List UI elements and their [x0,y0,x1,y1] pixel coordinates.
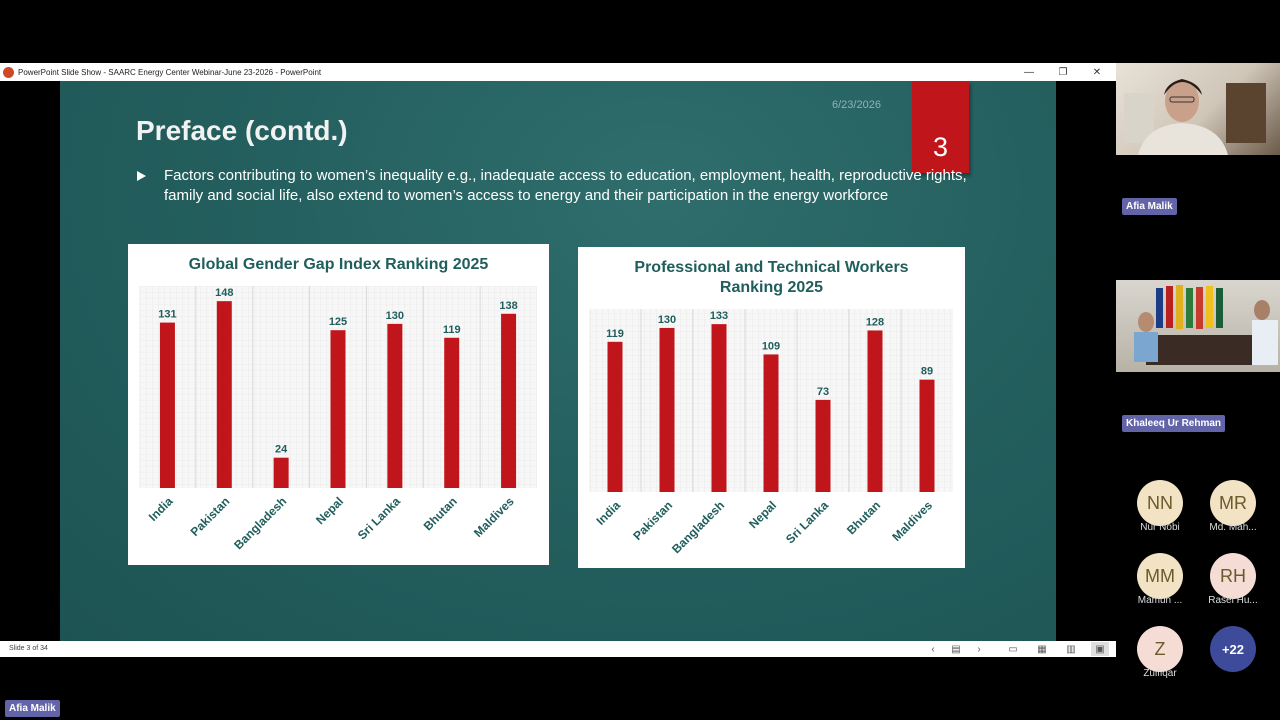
minimize-button[interactable]: — [1012,63,1046,81]
chart-title: Global Gender Gap Index Ranking 2025 [189,256,489,273]
data-label: 130 [658,314,676,326]
slide-number-box: 3 [912,81,969,173]
avatar[interactable]: Z [1137,626,1183,672]
more-participants-button[interactable]: +22 [1210,626,1256,672]
category-label: India [146,494,176,524]
data-label: 24 [275,444,288,456]
status-bar: Slide 3 of 34 ‹ ▤ › ▭ ▦ ▥ ▣ [0,641,1116,657]
presenter-name-tag: Afia Malik [5,700,60,717]
slide-title: Preface (contd.) [136,115,348,146]
chart-title: Professional and Technical Workers [634,259,908,276]
avatar[interactable]: RH [1210,553,1256,599]
data-label: 148 [215,287,233,299]
category-label: Pakistan [630,498,675,543]
bar [501,313,517,488]
category-label: Bhutan [421,494,460,533]
speaker-video-feed [1124,79,1266,155]
room-video-feed [1134,285,1278,365]
avatar[interactable]: MR [1210,480,1256,526]
close-button[interactable]: ✕ [1080,63,1114,81]
data-label: 119 [443,324,461,336]
avatar-name: Zulfiqar [1143,668,1177,679]
professional-workers-chart: Professional and Technical Workers Rankin… [578,247,965,568]
category-label: Pakistan [188,494,233,539]
avatar-name: Md. Mah... [1209,522,1257,533]
category-label: Bhutan [844,498,883,537]
bar [273,457,289,488]
bar [387,323,403,488]
chart-svg: Professional and Technical Workers Rankin… [589,259,953,556]
category-label: Nepal [746,498,779,531]
bar [919,379,935,492]
slide-area: 6/23/2026 3 Preface (contd.) Factors con… [0,81,1116,641]
powerpoint-icon [3,66,14,78]
bar [815,399,831,492]
data-label: 131 [158,309,176,321]
next-icon[interactable]: › [970,642,988,656]
data-label: 89 [921,366,933,378]
category-label: Sri Lanka [355,494,403,542]
bullet-arrow-icon [137,171,146,181]
slide-sorter-icon[interactable]: ▦ [1033,642,1051,656]
bar [711,324,727,492]
prev-icon[interactable]: ‹ [924,642,942,656]
avatar-name: Mamun ... [1137,595,1183,606]
room-name-tag: Khaleeq Ur Rehman [1122,415,1226,432]
avatar[interactable]: MM [1137,553,1183,599]
powerpoint-window: PowerPoint Slide Show - SAARC Energy Cen… [0,63,1116,657]
speaker-name-tag: Afia Malik [1122,198,1177,215]
bar [159,322,175,488]
chart-svg: Global Gender Gap Index Ranking 2025 131 I… [139,256,537,552]
category-label: Bangladesh [231,494,289,552]
data-label: 128 [866,316,884,328]
bar [330,330,346,488]
chart-title: Ranking 2025 [720,279,823,296]
normal-view-icon[interactable]: ▭ [1004,642,1022,656]
speaker-video[interactable] [1116,63,1280,155]
bar [444,337,460,488]
data-label: 109 [762,340,780,352]
bar [216,301,232,488]
gender-gap-chart: Global Gender Gap Index Ranking 2025 131 I… [128,244,549,565]
slide-date: 6/23/2026 [832,99,881,111]
category-label: Maldives [471,494,517,540]
bar [659,327,675,492]
data-label: 133 [710,310,728,322]
bullet-text: Factors contributing to women’s inequali… [164,167,967,204]
slide[interactable]: 6/23/2026 3 Preface (contd.) Factors con… [60,81,1056,641]
category-label: Sri Lanka [783,498,831,546]
data-label: 119 [606,328,624,340]
bar [763,354,779,492]
room-video[interactable] [1116,280,1280,372]
window-title: PowerPoint Slide Show - SAARC Energy Cen… [18,67,322,77]
reading-view-icon[interactable]: ▥ [1062,642,1080,656]
avatar-name: Rasel Hu... [1208,595,1258,606]
data-label: 130 [386,310,404,322]
category-label: India [593,498,623,528]
slideshow-icon[interactable]: ▣ [1091,642,1109,656]
title-bar: PowerPoint Slide Show - SAARC Energy Cen… [0,63,1116,81]
slide-number: 3 [932,132,949,162]
slide-list-icon[interactable]: ▤ [947,642,965,656]
bar [867,330,883,492]
category-label: Maldives [889,498,935,544]
data-label: 125 [329,316,347,328]
data-label: 138 [499,300,517,312]
avatar-name: Nur Nobi [1140,522,1180,533]
bar [607,341,623,492]
restore-button[interactable]: ❐ [1046,63,1080,81]
meeting-screen: PowerPoint Slide Show - SAARC Energy Cen… [0,0,1280,720]
data-label: 73 [817,386,829,398]
avatar[interactable]: NN [1137,480,1183,526]
category-label: Nepal [313,494,346,527]
category-label: Bangladesh [669,498,727,556]
slide-counter: Slide 3 of 34 [9,645,48,652]
